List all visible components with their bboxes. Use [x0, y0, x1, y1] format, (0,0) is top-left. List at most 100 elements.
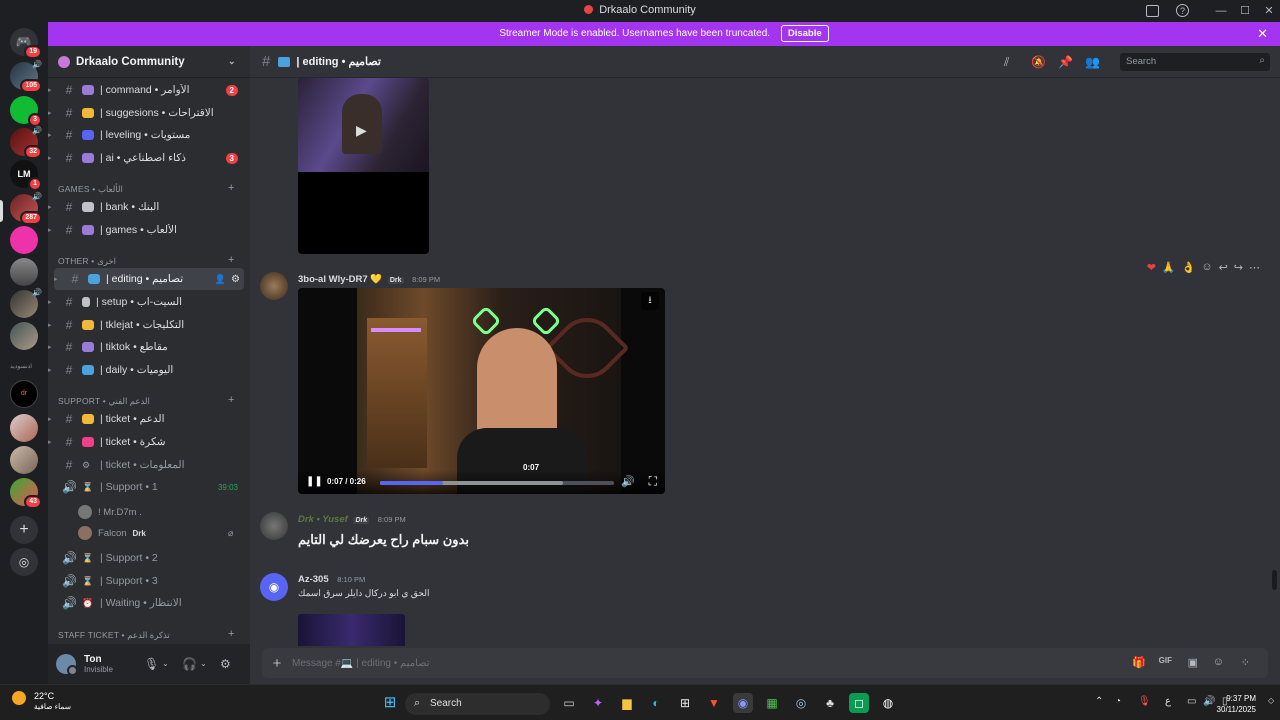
voice-channel-waiting[interactable]: ▸🔊⏰| Waiting • الانتظار [48, 592, 250, 614]
channel-ai[interactable]: ▸ # | ai • ذكاء اصطناعي 3 [48, 147, 250, 169]
inbox-icon[interactable] [1146, 5, 1159, 17]
heart-reaction-icon[interactable]: ❤ [1147, 261, 1156, 274]
forward-icon[interactable]: ↪ [1234, 261, 1243, 274]
taskbar-search[interactable]: ⌕ Search [405, 693, 550, 715]
volume-icon[interactable]: 🔊 [1203, 696, 1215, 707]
add-server-button[interactable]: + [10, 516, 38, 544]
disable-streamer-mode-button[interactable]: Disable [780, 25, 829, 42]
task-view-icon[interactable]: ▭ [559, 693, 579, 713]
channel-command[interactable]: ▸ # | command • الأوامر 2 [48, 79, 250, 101]
chevron-down-icon[interactable]: ⌄ [162, 659, 169, 668]
avatar[interactable] [260, 272, 288, 300]
message-composer[interactable]: + Message #💻 | editing • تصاميم 🎁 GIF ▣ … [262, 648, 1268, 678]
voice-user[interactable]: Falcon Drk ⌀ [78, 526, 233, 540]
video-attachment-previous[interactable]: ▶ [298, 78, 429, 254]
chrome-icon[interactable]: ◍ [878, 693, 898, 713]
channel-games[interactable]: ▸ # | games • الألعاب [48, 219, 250, 241]
nvidia-icon[interactable]: ▦ [762, 693, 782, 713]
avatar[interactable] [260, 512, 288, 540]
message-author[interactable]: Az-305 [298, 574, 329, 585]
app-icon[interactable]: ♣ [820, 693, 840, 713]
message-author[interactable]: 3bo-al Wly-DR7 [298, 274, 368, 285]
discord-avatar-icon[interactable]: ◉ [260, 573, 288, 601]
discover-icon[interactable]: ◎ [10, 548, 38, 576]
channel-tiktok[interactable]: ▸ # | tiktok • مقاطع [48, 336, 250, 358]
add-attachment-icon[interactable]: + [262, 655, 292, 672]
message-author[interactable]: Drk • Yusef [298, 514, 348, 525]
avatar[interactable] [56, 654, 78, 676]
server-item[interactable]: dr [10, 380, 38, 408]
threads-icon[interactable]: ⫽ [1004, 55, 1009, 70]
copilot-icon[interactable]: ✦ [588, 693, 608, 713]
voice-channel-support-3[interactable]: ▸🔊⌛| Support • 3 [48, 570, 250, 592]
search-input[interactable]: Search ⌕ [1120, 53, 1270, 71]
server-item[interactable] [10, 414, 38, 442]
gif-icon[interactable]: GIF [1159, 656, 1172, 665]
clock[interactable]: 9:37 PM 30/11/2025 [1217, 693, 1256, 715]
close-window-button[interactable]: ✕ [1261, 3, 1277, 19]
add-channel-icon[interactable]: + [228, 628, 235, 640]
server-item[interactable]: 🔊 287 [10, 192, 42, 225]
category-other[interactable]: OTHER • اخرى + [58, 254, 234, 267]
category-games[interactable]: GAMES • الألعاب + [58, 182, 234, 195]
server-folder-label[interactable]: ادنسوديد [10, 356, 38, 370]
tray-mic-icon[interactable]: 🎙 [1138, 696, 1151, 707]
weather-widget[interactable]: 22°C سماء صافية [12, 691, 71, 711]
invite-icon[interactable]: 👤 [215, 274, 226, 285]
pause-button[interactable]: ❚❚ [306, 476, 323, 487]
emoji-picker-icon[interactable]: ☺ [1213, 656, 1224, 668]
seek-bar[interactable]: 0:07 [380, 463, 614, 485]
server-item[interactable] [10, 226, 38, 254]
server-dm-home[interactable]: 🎮 19 [10, 28, 42, 59]
edge-icon[interactable]: ◐ [646, 693, 666, 713]
fullscreen-icon[interactable]: ⛶ [649, 474, 657, 489]
channel-setup[interactable]: ▸ # | setup • السيت-اب [48, 291, 250, 313]
store-icon[interactable]: ⊞ [675, 693, 695, 713]
channel-bank[interactable]: ▸ # | bank • البنك [48, 196, 250, 218]
sticker-icon[interactable]: ▣ [1188, 656, 1198, 669]
help-icon[interactable]: ? [1176, 4, 1189, 17]
category-support[interactable]: SUPPORT • الدعم الفني + [58, 394, 234, 407]
channel-tklejat[interactable]: ▸ # | tklejat • التكليجات [48, 314, 250, 336]
maximize-button[interactable]: ☐ [1237, 3, 1253, 19]
tray-chevron-icon[interactable]: ⌃ [1095, 696, 1103, 707]
server-item[interactable]: LM 1 [10, 160, 42, 191]
add-reaction-icon[interactable]: ☺ [1201, 261, 1212, 274]
server-item[interactable]: 🔊 105 [10, 60, 42, 93]
server-item[interactable] [10, 322, 38, 350]
voice-channel-support-2[interactable]: ▸🔊⌛| Support • 2 [48, 547, 250, 569]
steam-icon[interactable]: ◎ [791, 693, 811, 713]
server-item[interactable]: 43 [10, 478, 42, 509]
reply-icon[interactable]: ↩ [1219, 261, 1228, 274]
channel-ticket-info[interactable]: ▸#⚙| ticket • المعلومات [48, 454, 250, 476]
members-icon[interactable]: 👥 [1085, 55, 1100, 69]
server-item[interactable]: 3 [10, 96, 42, 127]
play-icon[interactable]: ▶ [356, 122, 367, 139]
server-item[interactable]: 🔊 [10, 288, 42, 318]
pray-reaction-icon[interactable]: 🙏 [1162, 261, 1176, 274]
gear-icon[interactable]: ⚙ [231, 274, 240, 285]
chevron-down-icon[interactable]: ⌄ [200, 659, 207, 668]
channel-ticket-thanks[interactable]: ▸ # | ticket • شكرة [48, 431, 250, 453]
notification-icon[interactable]: ◇ [1268, 696, 1274, 705]
language-indicator[interactable]: ع [1165, 696, 1171, 707]
server-header[interactable]: Drkaalo Community ⌄ [48, 46, 250, 78]
notifications-icon[interactable]: 🔕 [1031, 55, 1046, 69]
gear-icon[interactable]: ⚙ [220, 657, 231, 671]
server-item[interactable] [10, 258, 38, 286]
channel-ticket-support[interactable]: ▸ # | ticket • الدعم [48, 408, 250, 430]
volume-icon[interactable]: 🔊 [621, 475, 635, 488]
headphones-icon[interactable]: 🎧 [182, 657, 197, 671]
start-button[interactable]: ⊞ [380, 693, 400, 713]
apps-icon[interactable]: ⁘ [1241, 656, 1250, 669]
add-channel-icon[interactable]: + [228, 394, 235, 406]
voice-channel-support-1[interactable]: ▸🔊⌛| Support • 139:03 [48, 476, 250, 498]
add-channel-icon[interactable]: + [228, 182, 235, 194]
server-item[interactable]: 🔊 32 [10, 126, 42, 159]
image-attachment[interactable] [298, 614, 405, 646]
voice-user[interactable]: ! Mr.D7m . [78, 505, 142, 519]
channel-daily[interactable]: ▸ # | daily • اليوميات [48, 359, 250, 381]
ok-reaction-icon[interactable]: 👌 [1182, 261, 1196, 274]
message-input[interactable]: Message #💻 | editing • تصاميم [292, 658, 430, 669]
scrollbar[interactable] [1272, 570, 1277, 590]
